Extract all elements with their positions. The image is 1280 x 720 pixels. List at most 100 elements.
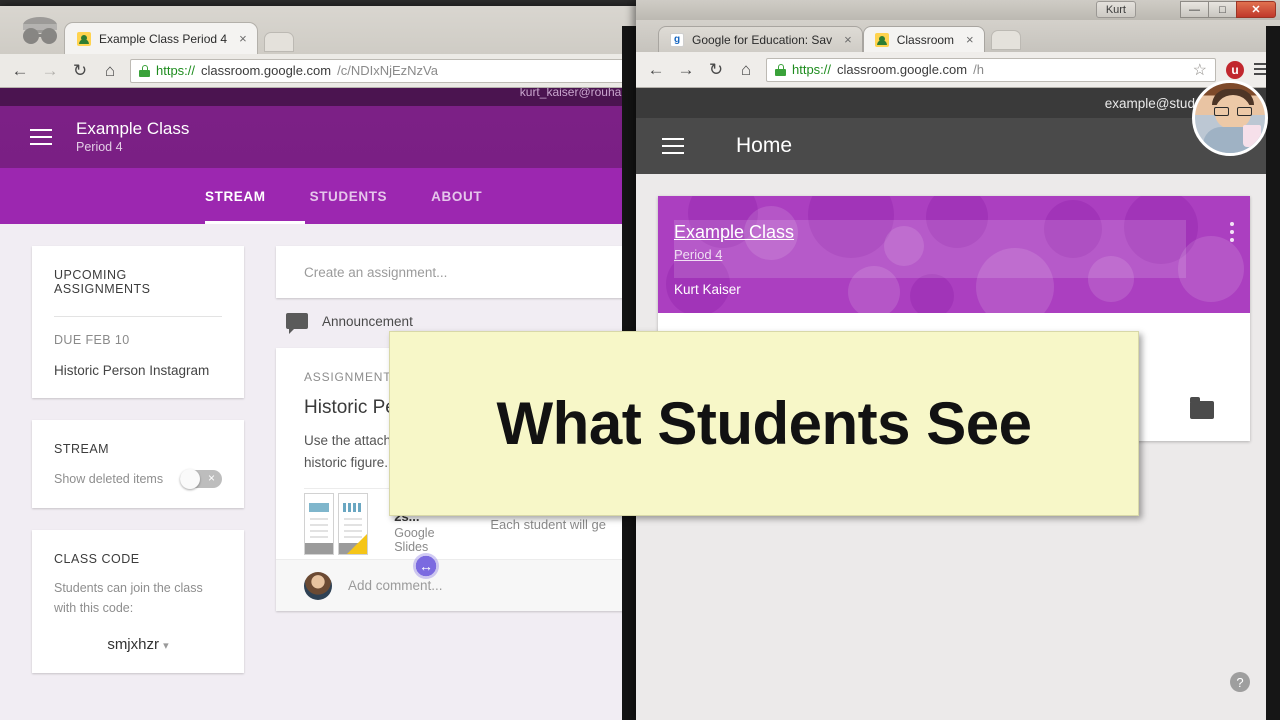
right-window-tabstrip-area: g Google for Education: Sav × Classroom … — [636, 20, 1280, 52]
callout-text: What Students See — [496, 390, 1032, 457]
avatar — [304, 571, 332, 600]
tab-students[interactable]: STUDENTS — [310, 189, 388, 204]
announcement-label[interactable]: Announcement — [322, 314, 413, 329]
class-card-name[interactable]: Example Class — [674, 222, 794, 243]
class-code-heading: CLASS CODE — [54, 552, 140, 566]
back-icon[interactable]: ← — [10, 61, 30, 81]
slide-thumbnail-2 — [338, 493, 369, 555]
forward-icon[interactable]: → — [676, 60, 696, 80]
right-window-titlebar: Kurt — □ ✕ — [636, 0, 1280, 20]
lock-icon — [139, 64, 150, 77]
class-sidebar: UPCOMING ASSIGNMENTS DUE FEB 10 Historic… — [32, 246, 244, 695]
tab-about[interactable]: ABOUT — [431, 189, 482, 204]
class-tabbar: STREAM STUDENTS ABOUT — [0, 168, 638, 224]
ublock-extension-icon[interactable]: u — [1226, 60, 1244, 79]
left-class-header: Example Class Period 4 — [0, 106, 638, 168]
resize-arrow-glyph: ↔ — [419, 558, 433, 574]
attachment-type: Google Slides — [394, 526, 435, 554]
toggle-knob — [180, 469, 200, 489]
app-title: Home — [736, 134, 793, 157]
upcoming-assignment-link[interactable]: Historic Person Instagram — [54, 363, 222, 378]
classroom-favicon-icon — [77, 31, 91, 46]
attachment-note: Each student will ge — [490, 516, 606, 532]
forward-icon[interactable]: → — [40, 61, 60, 81]
create-assignment-input[interactable]: Create an assignment... — [276, 246, 632, 298]
callout-box: What Students See — [389, 331, 1139, 516]
left-tab-title: Example Class Period 4 — [99, 31, 228, 46]
add-comment-placeholder: Add comment... — [348, 578, 443, 593]
home-icon[interactable]: ⌂ — [736, 60, 756, 80]
close-button[interactable]: ✕ — [1236, 1, 1276, 18]
class-code-description: Students can join the class with this co… — [54, 581, 203, 615]
stream-heading: STREAM — [54, 442, 110, 456]
minimize-button[interactable]: — — [1180, 1, 1209, 18]
compose-pointer — [180, 276, 206, 289]
add-comment-row[interactable]: Add comment... — [276, 559, 632, 611]
menu-icon[interactable] — [662, 138, 684, 154]
class-subtitle: Period 4 — [76, 140, 123, 154]
tab-stream[interactable]: STREAM — [205, 189, 266, 204]
lock-icon — [775, 63, 786, 76]
reload-icon[interactable]: ↻ — [706, 60, 726, 80]
reload-icon[interactable]: ↻ — [70, 61, 90, 81]
right-url-bar[interactable]: https:// classroom.google.com/h ☆ — [766, 57, 1216, 82]
right-tab-classroom[interactable]: Classroom × — [862, 26, 985, 52]
class-card-period[interactable]: Period 4 — [674, 247, 722, 262]
screenshot-stage: Example Class Period 4 × ← → ↻ ⌂ https:/… — [0, 0, 1280, 720]
right-tab-google-education[interactable]: g Google for Education: Sav × — [658, 26, 863, 52]
divider — [54, 316, 222, 317]
home-icon[interactable]: ⌂ — [100, 61, 120, 81]
right-tabstrip: g Google for Education: Sav × Classroom … — [658, 26, 1021, 52]
help-button[interactable]: ? — [1230, 672, 1250, 692]
show-deleted-label: Show deleted items — [54, 472, 164, 486]
url-scheme: https:// — [792, 62, 832, 77]
class-code-value: smjxhzr — [107, 636, 159, 653]
close-icon[interactable]: × — [966, 32, 974, 47]
left-account-email[interactable]: kurt_kaiser@rouhard — [520, 88, 632, 99]
google-favicon-icon: g — [670, 32, 684, 47]
chevron-down-icon: ▾ — [163, 640, 169, 652]
class-code-value-row[interactable]: smjxhzr ▾ — [54, 636, 222, 653]
left-url-bar[interactable]: https:// classroom.google.com/c/NDIxNjEzN… — [130, 58, 628, 83]
left-tab-example-class[interactable]: Example Class Period 4 × — [64, 22, 258, 54]
left-omnibar: ← → ↻ ⌂ https:// classroom.google.com/c/N… — [0, 54, 638, 88]
show-deleted-row: Show deleted items × — [54, 469, 222, 489]
right-window-dark-edge — [1266, 26, 1280, 720]
url-path: /c/NDIxNjEzNzVa — [337, 63, 438, 78]
close-icon[interactable]: × — [239, 31, 247, 46]
due-date: DUE FEB 10 — [54, 333, 130, 347]
windows-user-button[interactable]: Kurt — [1095, 1, 1136, 18]
window-controls: — □ ✕ — [1180, 1, 1276, 18]
new-tab-button[interactable] — [990, 30, 1021, 50]
stream-settings-card: STREAM Show deleted items × — [32, 420, 244, 508]
class-card-teacher: Kurt Kaiser — [674, 282, 741, 297]
url-host: classroom.google.com — [837, 62, 968, 77]
right-account-bar: example@student.edu — [636, 88, 1280, 118]
classroom-appbar: Home + — [636, 118, 1280, 174]
back-icon[interactable]: ← — [646, 60, 666, 80]
right-tab-2-title: Classroom — [896, 32, 955, 47]
maximize-button[interactable]: □ — [1208, 1, 1237, 18]
right-omnibar: ← → ↻ ⌂ https:// classroom.google.com/h ☆… — [636, 52, 1280, 88]
horizontal-resize-cursor-icon: ↔ — [413, 553, 439, 579]
classroom-favicon-icon — [874, 32, 889, 47]
upcoming-assignments-card: UPCOMING ASSIGNMENTS DUE FEB 10 Historic… — [32, 246, 244, 398]
show-deleted-toggle[interactable]: × — [180, 469, 222, 489]
toggle-x-icon: × — [207, 471, 215, 485]
class-title: Example Class — [76, 119, 190, 138]
left-account-bar: kurt_kaiser@rouhard — [0, 88, 638, 106]
left-window-tabstrip-area: Example Class Period 4 × — [0, 6, 638, 54]
new-tab-button[interactable] — [263, 32, 294, 52]
more-options-icon[interactable] — [1230, 222, 1234, 246]
menu-icon[interactable] — [30, 129, 52, 145]
left-tabstrip: Example Class Period 4 × — [64, 22, 294, 54]
class-code-card: CLASS CODE Students can join the class w… — [32, 530, 244, 673]
folder-icon[interactable] — [1190, 397, 1214, 419]
url-host: classroom.google.com — [201, 63, 332, 78]
url-path: /h — [973, 62, 984, 77]
bookmark-star-icon[interactable]: ☆ — [1193, 60, 1207, 80]
class-card-banner: Example Class Period 4 Kurt Kaiser — [658, 196, 1250, 313]
announcement-icon — [286, 313, 308, 334]
close-icon[interactable]: × — [844, 32, 852, 47]
create-assignment-placeholder: Create an assignment... — [304, 264, 448, 280]
